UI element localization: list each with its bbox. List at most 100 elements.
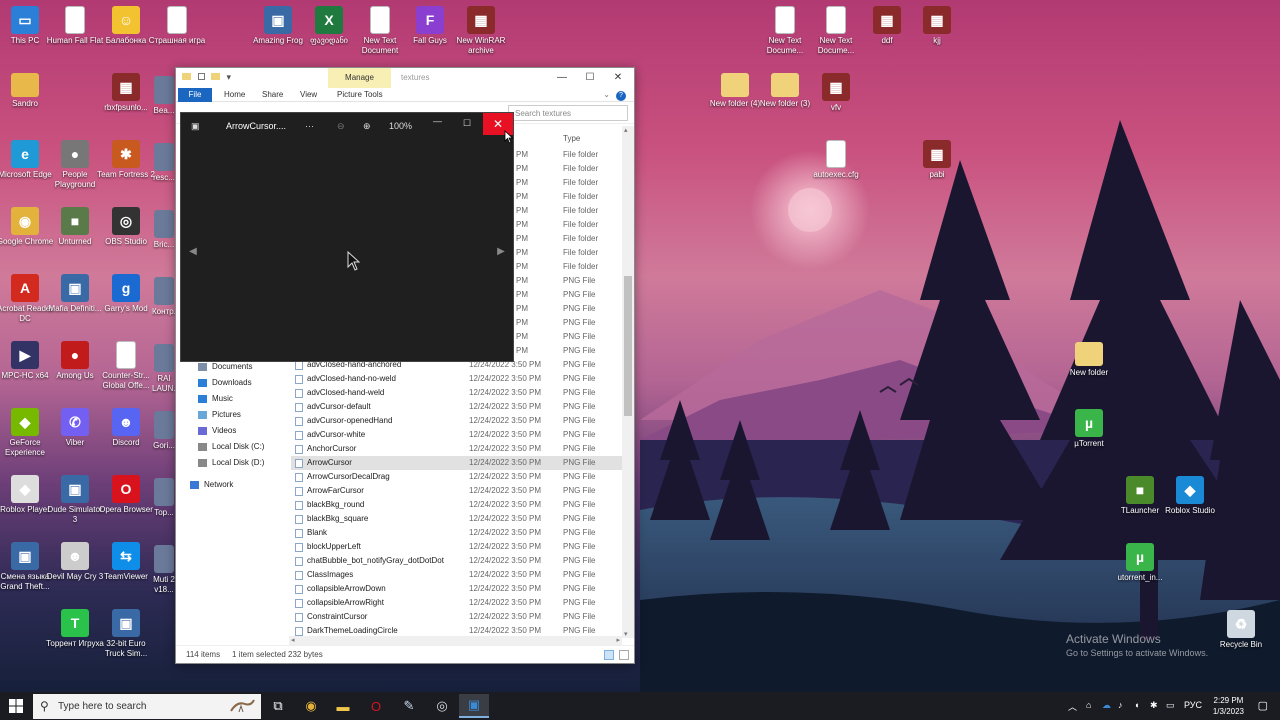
obs-taskbar-button[interactable]: ◎: [427, 694, 457, 718]
table-row[interactable]: collapsibleArrowDown 12/24/2022 3:50 PM PN…: [291, 582, 623, 596]
photos-taskbar-button[interactable]: ▣: [459, 694, 489, 718]
desktop-icon-recycle-bin[interactable]: ♻ Recycle Bin: [1212, 610, 1270, 650]
desktop-icon-new-folder[interactable]: New folder: [1060, 342, 1118, 378]
see-all-photos-icon[interactable]: ▣: [191, 121, 200, 132]
desktop-icon-new-text-docume[interactable]: New Text Docume...: [756, 6, 814, 56]
show-hidden-icons-icon[interactable]: ︿: [1068, 700, 1077, 713]
desktop-icon-new-text-docume[interactable]: New Text Docume...: [807, 6, 865, 56]
clock[interactable]: 2:29 PM 1/3/2023: [1213, 695, 1244, 717]
scroll-left-icon[interactable]: ◂: [291, 636, 295, 644]
table-row[interactable]: ArrowFarCursor 12/24/2022 3:50 PM PNG File: [291, 484, 623, 498]
table-row-selected[interactable]: ArrowCursor 12/24/2022 3:50 PM PNG File: [291, 456, 623, 470]
table-row[interactable]: advCursor-white 12/24/2022 3:50 PM PNG Fil…: [291, 428, 623, 442]
desktop-icon-kjj[interactable]: ▦ kjj: [908, 6, 966, 46]
help-icon[interactable]: ?: [610, 88, 632, 102]
desktop-icon-amazing-frog[interactable]: ▣ Amazing Frog: [249, 6, 307, 46]
minimize-button[interactable]: —: [433, 116, 442, 126]
maximize-button[interactable]: ☐: [576, 70, 604, 86]
properties-icon[interactable]: [197, 73, 205, 80]
desktop-icon-counter-str-global-offe[interactable]: Counter-Str... Global Offe...: [97, 341, 155, 391]
desktop-icon-partial[interactable]: Top...: [152, 478, 176, 518]
opera-taskbar-button[interactable]: O: [361, 694, 391, 718]
nav-item[interactable]: Local Disk (D:): [198, 458, 264, 467]
desktop-icon-teamviewer[interactable]: ⇆ TeamViewer: [97, 542, 155, 582]
new-folder-icon[interactable]: [211, 73, 221, 80]
desktop-icon-unturned[interactable]: ■ Unturned: [46, 207, 104, 247]
nav-item[interactable]: Documents: [198, 362, 252, 371]
nav-item[interactable]: Pictures: [198, 410, 241, 419]
tab-picture-tools[interactable]: Picture Tools: [331, 88, 389, 102]
start-button[interactable]: [0, 692, 32, 720]
desktop-icon-vfv[interactable]: ▦ vfv: [807, 73, 865, 113]
desktop-icon-utorrent-in[interactable]: µ utorrent_in...: [1111, 543, 1169, 583]
desktop-icon-new-winrar-archive[interactable]: ▦ New WinRAR archive: [452, 6, 510, 56]
table-row[interactable]: Blank 12/24/2022 3:50 PM PNG File: [291, 526, 623, 540]
table-row[interactable]: ArrowCursorDecalDrag 12/24/2022 3:50 PM PN…: [291, 470, 623, 484]
nav-item[interactable]: Local Disk (C:): [198, 442, 264, 451]
table-row[interactable]: AnchorCursor 12/24/2022 3:50 PM PNG File: [291, 442, 623, 456]
large-icons-view-icon[interactable]: [619, 650, 629, 660]
desktop-icon-item[interactable]: Xფავიდანი: [300, 6, 358, 46]
tab-share[interactable]: Share: [256, 88, 289, 102]
close-button[interactable]: ✕: [604, 70, 632, 86]
volume-icon[interactable]: ◖: [1134, 700, 1139, 710]
search-input[interactable]: Search textures: [508, 105, 628, 121]
desktop-icon-partial[interactable]: Gori...: [152, 411, 176, 451]
chevron-down-icon[interactable]: ▾: [227, 72, 232, 82]
file-explorer-taskbar-button[interactable]: ▬: [328, 694, 358, 718]
scroll-thumb[interactable]: [624, 276, 632, 416]
desktop-icon-32-bit-euro-truck-sim[interactable]: ▣ 32-bit Euro Truck Sim...: [97, 609, 155, 659]
table-row[interactable]: chatBubble_bot_notifyGray_dotDotDot 12/24…: [291, 554, 623, 568]
table-row[interactable]: advCursor-default 12/24/2022 3:50 PM PNG F…: [291, 400, 623, 414]
nav-item[interactable]: Music: [198, 394, 233, 403]
desktop-icon-among-us[interactable]: ● Among Us: [46, 341, 104, 381]
desktop-icon-partial[interactable]: resc...: [152, 143, 176, 183]
table-row[interactable]: blockUpperLeft 12/24/2022 3:50 PM PNG File: [291, 540, 623, 554]
desktop-icon-pabi[interactable]: ▦ pabi: [908, 140, 966, 180]
scroll-up-icon[interactable]: ▴: [624, 126, 628, 134]
scroll-right-icon[interactable]: ▸: [616, 636, 620, 644]
table-row[interactable]: ConstraintCursor 12/24/2022 3:50 PM PNG Fi…: [291, 610, 623, 624]
table-row[interactable]: blackBkg_square 12/24/2022 3:50 PM PNG Fil…: [291, 512, 623, 526]
desktop-icon-торрент-игруха[interactable]: T Торрент Игруха: [46, 609, 104, 649]
taskbar-search-input[interactable]: ⚲ Type here to search: [33, 694, 261, 719]
microphone-icon[interactable]: ♪: [1118, 700, 1123, 710]
desktop-icon-new-folder-3[interactable]: New folder (3): [756, 73, 814, 109]
desktop-icon-partial[interactable]: Bric...: [152, 210, 176, 250]
task-view-taskbar-button[interactable]: ⧉: [263, 694, 293, 718]
zoom-level[interactable]: 100%: [389, 121, 412, 131]
tab-view[interactable]: View: [294, 88, 323, 102]
desktop-icon-mafia-definiti[interactable]: ▣ Mafia Definiti...: [46, 274, 104, 314]
scroll-down-icon[interactable]: ▾: [624, 630, 628, 638]
nav-item[interactable]: Downloads: [198, 378, 252, 387]
maximize-button[interactable]: ☐: [463, 118, 471, 129]
explorer-title-bar[interactable]: ▾ Manage textures — ☐ ✕: [176, 68, 634, 88]
tab-file[interactable]: File: [178, 88, 212, 102]
previous-image-icon[interactable]: ◀: [187, 241, 199, 263]
nav-item[interactable]: Videos: [198, 426, 236, 435]
desktop-icon-torrent[interactable]: µ µTorrent: [1060, 409, 1118, 449]
tab-home[interactable]: Home: [218, 88, 251, 102]
desktop-icon-fall-guys[interactable]: F Fall Guys: [401, 6, 459, 46]
table-row[interactable]: advClosed-hand-weld 12/24/2022 3:50 PM PNG…: [291, 386, 623, 400]
desktop-icon-team-fortress-2[interactable]: ✱ Team Fortress 2: [97, 140, 155, 180]
desktop-icon-garry-s-mod[interactable]: g Garry's Mod: [97, 274, 155, 314]
network-status-icon[interactable]: ⌂: [1086, 700, 1091, 710]
paint-taskbar-button[interactable]: ✎: [394, 694, 424, 718]
manage-contextual-tab[interactable]: Manage: [328, 68, 391, 88]
desktop-icon-partial[interactable]: Muti 2 v18...: [152, 545, 176, 595]
table-row[interactable]: advClosed-hand-no-weld 12/24/2022 3:50 PM…: [291, 372, 623, 386]
desktop-icon-partial[interactable]: Контр...: [152, 277, 176, 317]
chrome-taskbar-button[interactable]: ◉: [296, 694, 326, 718]
desktop-icon-people-playground[interactable]: ● People Playground: [46, 140, 104, 190]
desktop-icon-rbxfpsunlo[interactable]: ▦ rbxfpsunlo...: [97, 73, 155, 113]
battery-icon[interactable]: ▭: [1166, 700, 1175, 711]
desktop-icon-sandro[interactable]: Sandro: [0, 73, 54, 109]
table-row[interactable]: collapsibleArrowRight 12/24/2022 3:50 PM P…: [291, 596, 623, 610]
desktop-icon-roblox-studio[interactable]: ◆ Roblox Studio: [1161, 476, 1219, 516]
desktop-icon-obs-studio[interactable]: ◎ OBS Studio: [97, 207, 155, 247]
desktop-icon-страшная-игра[interactable]: Страшная игра: [148, 6, 206, 46]
desktop-icon-human-fall-flat[interactable]: Human Fall Flat: [46, 6, 104, 46]
table-row[interactable]: blackBkg_round 12/24/2022 3:50 PM PNG File: [291, 498, 623, 512]
photo-viewer-window[interactable]: ▣ ArrowCursor.... ··· ⊖ ⊕ 100% — ☐ ✕ ◀ ▶: [180, 112, 514, 362]
